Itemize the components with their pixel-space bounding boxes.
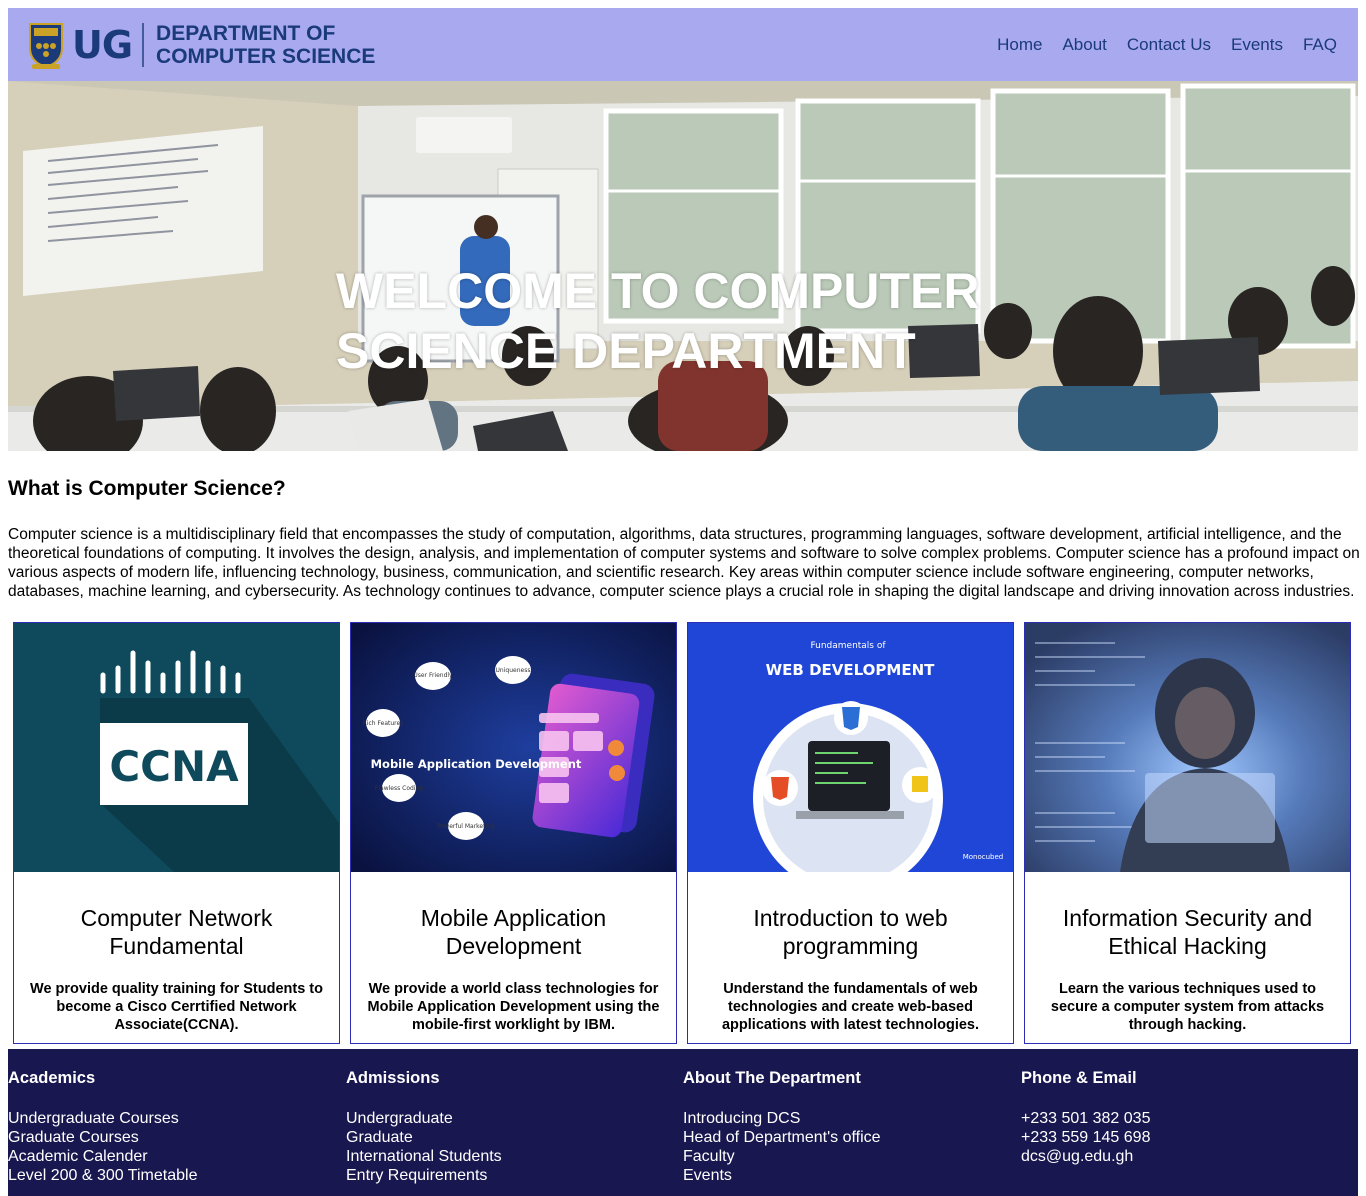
footer-column-contact: Phone & Email +233 501 382 035 +233 559 … — [1021, 1069, 1351, 1166]
bubble-label: User Friendly — [413, 672, 453, 679]
hacker-image — [1025, 623, 1350, 872]
footer-link[interactable]: Events — [683, 1166, 1013, 1185]
logo-wordmark: DEPARTMENT OF COMPUTER SCIENCE — [156, 22, 375, 68]
footer-column-title: About The Department — [683, 1069, 861, 1087]
nav-events[interactable]: Events — [1231, 35, 1283, 55]
bubble-label: Flawless Coding — [375, 785, 423, 792]
footer-phone-2[interactable]: +233 559 145 698 — [1021, 1128, 1351, 1147]
logo-mark: UG — [72, 22, 133, 67]
logo-line-2: COMPUTER SCIENCE — [156, 44, 376, 68]
card-title: Mobile Application Development — [420, 905, 607, 959]
bubble-label: Powerful Marketing — [437, 823, 495, 830]
card-description: Understand the fundamentals of web techn… — [721, 981, 979, 1033]
mobile-image-text: Mobile Application Development — [371, 757, 582, 771]
footer-link[interactable]: Graduate Courses — [8, 1128, 338, 1147]
logo-divider — [142, 22, 145, 67]
card-description: Learn the various techniques used to sec… — [1050, 981, 1325, 1033]
hero-title: WELCOME TO COMPUTER SCIENCE DEPARTMENT — [336, 261, 1036, 381]
footer-phone-1[interactable]: +233 501 382 035 — [1021, 1109, 1351, 1128]
footer-link[interactable]: Faculty — [683, 1147, 1013, 1166]
course-card-mobile-app[interactable]: User Friendly Uniqueness Rich Features F… — [350, 622, 677, 1044]
nav-about[interactable]: About — [1062, 35, 1106, 55]
footer-link[interactable]: Introducing DCS — [683, 1109, 1013, 1128]
footer-email[interactable]: dcs@ug.edu.gh — [1021, 1147, 1351, 1166]
card-image-security — [1025, 623, 1350, 872]
footer-link[interactable]: Academic Calender — [8, 1147, 338, 1166]
site-logo[interactable]: UG DEPARTMENT OF COMPUTER SCIENCE — [26, 20, 375, 70]
course-card-web-programming[interactable]: Fundamentals of WEB DEVELOPMENT Monocube… — [687, 622, 1014, 1044]
footer-link[interactable]: Undergraduate — [346, 1109, 676, 1128]
bubble-label: Uniqueness — [496, 667, 531, 674]
footer-column-title: Admissions — [346, 1069, 440, 1087]
intro-paragraph: Computer science is a multidisciplinary … — [8, 526, 1360, 600]
card-title: Computer Network Fundamental — [80, 905, 273, 959]
logo-line-1: DEPARTMENT OF — [156, 21, 336, 45]
footer-link[interactable]: International Students — [346, 1147, 676, 1166]
footer-column-title: Academics — [8, 1069, 96, 1087]
card-title: Introduction to web programming — [753, 905, 948, 959]
web-image-brand: Monocubed — [963, 853, 1004, 861]
mobile-app-image: User Friendly Uniqueness Rich Features F… — [351, 623, 676, 872]
footer-link[interactable]: Entry Requirements — [346, 1166, 676, 1185]
card-title: Information Security and Ethical Hacking — [1062, 905, 1313, 959]
site-header: UG DEPARTMENT OF COMPUTER SCIENCE Home A… — [8, 8, 1358, 81]
nav-home[interactable]: Home — [997, 35, 1042, 55]
footer-link[interactable]: Undergraduate Courses — [8, 1109, 338, 1128]
footer-link[interactable]: Level 200 & 300 Timetable — [8, 1166, 338, 1185]
ccna-image-text: CCNA — [109, 742, 239, 791]
hero-banner: WELCOME TO COMPUTER SCIENCE DEPARTMENT — [8, 81, 1358, 451]
hero-title-line-2: SCIENCE DEPARTMENT — [336, 323, 916, 379]
web-image-text: WEB DEVELOPMENT — [766, 661, 935, 679]
course-card-security[interactable]: Information Security and Ethical Hacking… — [1024, 622, 1351, 1044]
ccna-logo-image: CCNA — [14, 623, 339, 872]
footer-column-title: Phone & Email — [1021, 1069, 1137, 1087]
university-crest-icon — [29, 22, 63, 69]
web-image-caption: Fundamentals of — [810, 641, 886, 651]
footer-column-admissions: Admissions Undergraduate Graduate Intern… — [346, 1069, 676, 1185]
footer-link[interactable]: Head of Department's office — [683, 1128, 1013, 1147]
footer-link[interactable]: Graduate — [346, 1128, 676, 1147]
bubble-label: Rich Features — [363, 720, 404, 727]
card-description: We provide a world class technologies fo… — [367, 981, 660, 1033]
card-image-web-dev: Fundamentals of WEB DEVELOPMENT Monocube… — [688, 623, 1013, 872]
web-dev-image: Fundamentals of WEB DEVELOPMENT Monocube… — [688, 623, 1013, 872]
course-card-ccna[interactable]: CCNA Computer Network Fundamental We pro… — [13, 622, 340, 1044]
course-cards: CCNA Computer Network Fundamental We pro… — [13, 622, 1353, 1044]
site-footer: Academics Undergraduate Courses Graduate… — [8, 1049, 1358, 1196]
main-nav: Home About Contact Us Events FAQ — [997, 35, 1337, 55]
card-description: We provide quality training for Students… — [30, 981, 323, 1033]
footer-column-about: About The Department Introducing DCS Hea… — [683, 1069, 1013, 1185]
nav-contact-us[interactable]: Contact Us — [1127, 35, 1211, 55]
nav-faq[interactable]: FAQ — [1303, 35, 1337, 55]
section-heading: What is Computer Science? — [8, 477, 286, 500]
card-image-mobile-app: User Friendly Uniqueness Rich Features F… — [351, 623, 676, 872]
footer-column-academics: Academics Undergraduate Courses Graduate… — [8, 1069, 338, 1185]
hero-title-line-1: WELCOME TO COMPUTER — [336, 263, 980, 319]
card-image-ccna: CCNA — [14, 623, 339, 872]
